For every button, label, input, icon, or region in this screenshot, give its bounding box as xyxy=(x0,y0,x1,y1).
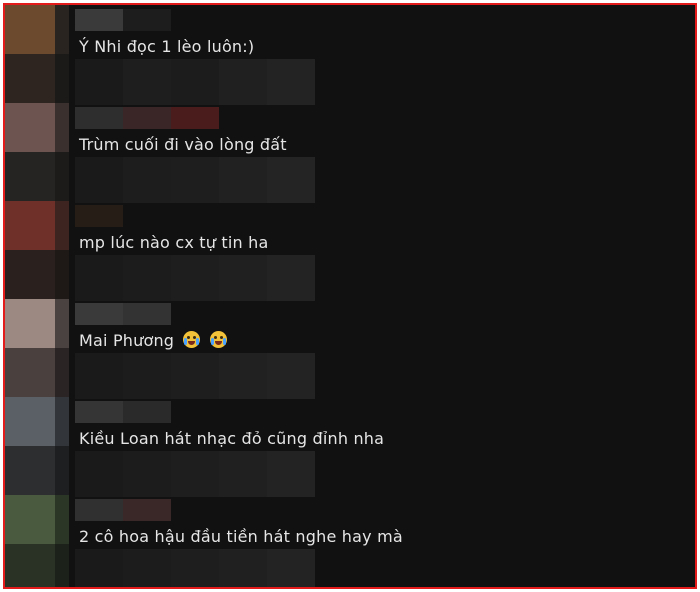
avatar-blur xyxy=(5,54,55,103)
comment-text: Ý Nhi đọc 1 lèo luôn:) xyxy=(79,37,255,56)
blurred-username xyxy=(75,499,171,521)
blurred-comment-actions xyxy=(75,353,315,399)
comment-text: mp lúc nào cx tự tin ha xyxy=(79,233,269,252)
blurred-comment-actions xyxy=(75,157,315,203)
blurred-username xyxy=(75,303,171,325)
avatar-blur xyxy=(5,348,55,397)
blurred-comment-actions xyxy=(75,549,315,587)
comment-text: Trùm cuối đi vào lòng đất xyxy=(79,135,287,154)
loudly-crying-face-icon xyxy=(209,331,227,348)
avatar-blur xyxy=(5,446,55,495)
avatar-blur xyxy=(5,152,55,201)
comment-item: 2 cô hoa hậu đầu tiền hát nghe hay mà xyxy=(67,499,687,587)
comment-text: Mai Phương xyxy=(79,331,227,350)
comment-item: Mai Phương xyxy=(67,303,687,401)
comment-text: 2 cô hoa hậu đầu tiền hát nghe hay mà xyxy=(79,527,403,546)
blurred-username xyxy=(75,401,171,423)
comment-feed: Ý Nhi đọc 1 lèo luôn:) Trùm cuối đi vào … xyxy=(3,3,697,589)
blurred-comment-actions xyxy=(75,255,315,301)
comment-text: Kiều Loan hát nhạc đỏ cũng đỉnh nha xyxy=(79,429,385,448)
avatar[interactable] xyxy=(5,299,55,348)
blurred-comment-actions xyxy=(75,451,315,497)
comment-item: Ý Nhi đọc 1 lèo luôn:) xyxy=(67,9,687,107)
avatar-blur xyxy=(5,250,55,299)
blurred-username xyxy=(75,9,171,31)
avatar[interactable] xyxy=(5,201,55,250)
avatar-blur xyxy=(5,544,55,587)
comment-text-content: Mai Phương xyxy=(79,331,175,350)
loudly-crying-face-icon xyxy=(183,331,201,348)
avatar[interactable] xyxy=(5,397,55,446)
comment-item: Kiều Loan hát nhạc đỏ cũng đỉnh nha xyxy=(67,401,687,499)
avatar[interactable] xyxy=(5,5,55,54)
avatar[interactable] xyxy=(5,495,55,544)
avatar[interactable] xyxy=(5,103,55,152)
avatar-column xyxy=(5,5,69,587)
comment-item: mp lúc nào cx tự tin ha xyxy=(67,205,687,303)
comment-item: Trùm cuối đi vào lòng đất xyxy=(67,107,687,205)
blurred-comment-actions xyxy=(75,59,315,105)
blurred-username xyxy=(75,107,219,129)
blurred-username xyxy=(75,205,123,227)
